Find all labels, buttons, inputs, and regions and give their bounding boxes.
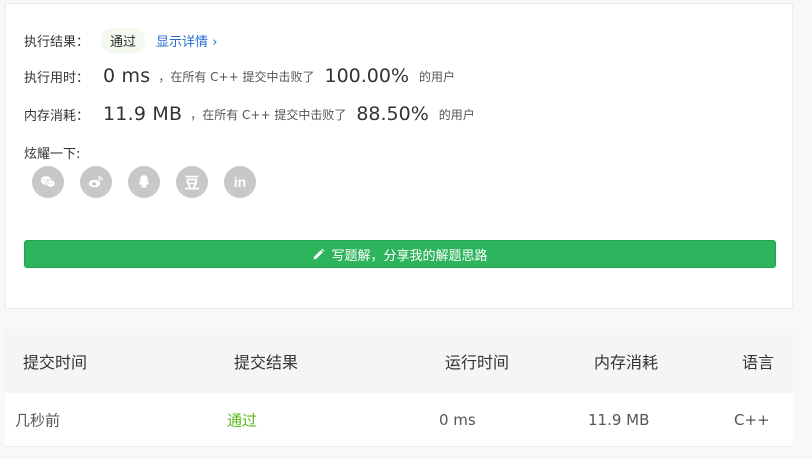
runtime-label: 执行用时： bbox=[24, 70, 90, 86]
submissions-table: 提交时间 提交结果 运行时间 内存消耗 语言 几秒前 通过 0 ms 11.9 … bbox=[5, 329, 793, 447]
douban-glyph: 豆 bbox=[184, 173, 200, 192]
runtime-text-before: ，在所有 C++ 提交中击败了 bbox=[158, 69, 315, 84]
douban-icon[interactable]: 豆 bbox=[176, 166, 208, 198]
write-solution-label: 写题解，分享我的解题思路 bbox=[331, 248, 488, 264]
linkedin-glyph: in bbox=[233, 174, 247, 190]
header-memory: 内存消耗 bbox=[594, 353, 659, 372]
memory-text-before: ，在所有 C++ 提交中击败了 bbox=[190, 107, 347, 122]
row-memory: 11.9 MB bbox=[588, 410, 650, 429]
row-submit-result-link[interactable]: 通过 bbox=[227, 409, 257, 430]
result-card: 执行结果： 通过 显示详情 › 执行用时： 0 ms ，在所有 C++ 提交中击… bbox=[5, 3, 793, 309]
header-language: 语言 bbox=[742, 353, 775, 372]
weibo-icon[interactable] bbox=[80, 166, 112, 198]
row-runtime: 0 ms bbox=[439, 410, 476, 429]
result-label: 执行结果： bbox=[24, 35, 90, 50]
qq-glyph bbox=[139, 175, 149, 188]
show-details-link[interactable]: 显示详情 › bbox=[156, 31, 217, 50]
memory-row: 内存消耗： 11.9 MB ，在所有 C++ 提交中击败了 88.50% 的用户 bbox=[24, 103, 475, 125]
memory-percent: 88.50% bbox=[356, 103, 429, 125]
row-submit-time: 几秒前 bbox=[15, 411, 61, 429]
share-label: 炫耀一下: bbox=[24, 147, 81, 162]
weibo-glyph bbox=[88, 176, 103, 188]
show-details-label: 显示详情 bbox=[156, 35, 209, 50]
runtime-percent: 100.00% bbox=[324, 65, 410, 87]
share-icons: 豆 in bbox=[32, 166, 256, 198]
memory-text-after: 的用户 bbox=[438, 107, 475, 122]
share-row: 炫耀一下: bbox=[24, 143, 80, 162]
chevron-right-icon: › bbox=[212, 35, 218, 50]
runtime-value: 0 ms bbox=[103, 65, 151, 87]
status-badge: 通过 bbox=[101, 28, 146, 53]
wechat-icon[interactable] bbox=[32, 166, 64, 198]
table-row: 几秒前 通过 0 ms 11.9 MB C++ bbox=[5, 393, 793, 447]
linkedin-icon[interactable]: in bbox=[224, 166, 256, 198]
memory-value: 11.9 MB bbox=[103, 103, 183, 125]
table-header: 提交时间 提交结果 运行时间 内存消耗 语言 bbox=[5, 329, 793, 393]
pencil-icon bbox=[314, 248, 325, 259]
write-solution-button[interactable]: 写题解，分享我的解题思路 bbox=[24, 240, 776, 268]
qq-icon[interactable] bbox=[128, 166, 160, 198]
header-submit-time: 提交时间 bbox=[23, 353, 88, 372]
memory-label: 内存消耗： bbox=[24, 108, 90, 124]
row-language: C++ bbox=[734, 410, 770, 429]
runtime-text-after: 的用户 bbox=[419, 69, 456, 84]
header-submit-result: 提交结果 bbox=[234, 353, 299, 372]
result-row: 执行结果： 通过 显示详情 › bbox=[24, 28, 217, 53]
wechat-glyph bbox=[40, 176, 56, 188]
runtime-row: 执行用时： 0 ms ，在所有 C++ 提交中击败了 100.00% 的用户 bbox=[24, 65, 455, 87]
header-runtime: 运行时间 bbox=[445, 353, 510, 372]
